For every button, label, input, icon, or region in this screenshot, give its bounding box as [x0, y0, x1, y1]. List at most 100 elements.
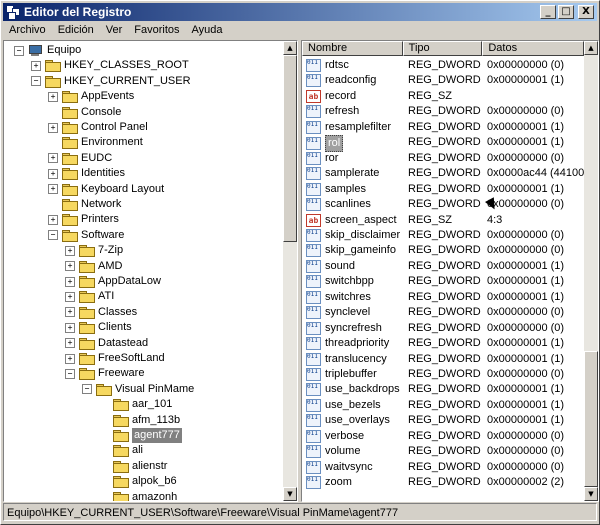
- tree-item[interactable]: − Visual PinMame: [82, 382, 194, 397]
- value-row[interactable]: 011 110 waitvsync REG_DWORD 0x00000000 (0): [302, 460, 584, 475]
- tree-item[interactable]: + AppDataLow: [65, 274, 161, 289]
- value-row[interactable]: 011 110 samples REG_DWORD 0x00000001 (1): [302, 182, 584, 197]
- tree-item[interactable]: + AMD: [65, 259, 122, 274]
- tree-item[interactable]: − Software: [48, 228, 124, 243]
- expand-icon[interactable]: +: [65, 307, 75, 318]
- expand-icon[interactable]: +: [65, 276, 75, 287]
- value-row[interactable]: 011 110 use_overlays REG_DWORD 0x00000001 (…: [302, 413, 584, 428]
- tree-item[interactable]: + EUDC: [48, 151, 112, 166]
- value-row[interactable]: 011 110 syncrefresh REG_DWORD 0x00000000 (0…: [302, 321, 584, 336]
- tree-scroll-up-button[interactable]: ▲: [283, 41, 297, 55]
- tree-item[interactable]: + FreeSoftLand: [65, 351, 165, 366]
- menu-favoritos[interactable]: Favoritos: [128, 22, 185, 39]
- tree-item[interactable]: + Identities: [48, 166, 125, 181]
- value-row[interactable]: 011 110 volume REG_DWORD 0x00000000 (0): [302, 444, 584, 459]
- value-row[interactable]: 011 110 synclevel REG_DWORD 0x00000000 (0): [302, 305, 584, 320]
- value-row[interactable]: 011 110 threadpriority REG_DWORD 0x00000001…: [302, 336, 584, 351]
- tree-item[interactable]: agent777: [99, 428, 182, 443]
- maximize-button[interactable]: □: [558, 5, 574, 19]
- value-scroll-thumb[interactable]: [584, 351, 598, 487]
- value-row[interactable]: 011 110 resamplefilter REG_DWORD 0x00000001…: [302, 120, 584, 135]
- expand-icon[interactable]: +: [65, 322, 75, 333]
- tree-item[interactable]: Console: [48, 105, 121, 120]
- value-scroll-down-button[interactable]: ▼: [584, 487, 598, 501]
- column-header-type[interactable]: Tipo: [402, 41, 483, 56]
- expand-icon[interactable]: +: [48, 91, 58, 102]
- tree-item[interactable]: alienstr: [99, 459, 167, 474]
- tree-item[interactable]: +7-Zip: [65, 243, 123, 258]
- value-row[interactable]: 011 110 readconfig REG_DWORD 0x00000001 (1): [302, 73, 584, 88]
- tree-item[interactable]: + Control Panel: [48, 120, 148, 135]
- value-row[interactable]: 011 110 refresh REG_DWORD 0x00000000 (0): [302, 104, 584, 119]
- tree-scroll-thumb[interactable]: [283, 55, 297, 242]
- tree-item[interactable]: + Printers: [48, 212, 119, 227]
- menu-ayuda[interactable]: Ayuda: [186, 22, 229, 39]
- expand-icon[interactable]: +: [48, 184, 58, 195]
- tree-item[interactable]: + AppEvents: [48, 89, 134, 104]
- tree-item[interactable]: − Freeware: [65, 366, 144, 381]
- value-row[interactable]: 011 110 switchbpp REG_DWORD 0x00000001 (1): [302, 274, 584, 289]
- column-header-name[interactable]: Nombre: [302, 41, 403, 56]
- binary-value-icon: 011 110: [306, 275, 321, 289]
- tree-item[interactable]: amazonh: [99, 490, 177, 501]
- title-bar[interactable]: Editor del Registro _ □ X: [3, 3, 597, 21]
- value-row[interactable]: 011 110 skip_gameinfo REG_DWORD 0x00000000 …: [302, 243, 584, 258]
- tree-item[interactable]: − HKEY_CURRENT_USER: [31, 74, 191, 89]
- expand-icon[interactable]: +: [48, 214, 58, 225]
- collapse-icon[interactable]: −: [48, 230, 58, 241]
- value-row[interactable]: 011 110 use_bezels REG_DWORD 0x00000001 (1): [302, 398, 584, 413]
- value-row[interactable]: 011 110 samplerate REG_DWORD 0x0000ac44 (44…: [302, 166, 584, 181]
- value-row[interactable]: 011 110 zoom REG_DWORD 0x00000002 (2): [302, 475, 584, 490]
- tree-item[interactable]: ali: [99, 443, 143, 458]
- tree-item[interactable]: alpok_b6: [99, 474, 177, 489]
- expand-icon[interactable]: +: [48, 168, 58, 179]
- value-row[interactable]: ab record REG_SZ: [302, 89, 584, 104]
- value-row[interactable]: 011 110 translucency REG_DWORD 0x00000001 (…: [302, 352, 584, 367]
- value-row[interactable]: 011 110 rdtsc REG_DWORD 0x00000000 (0): [302, 58, 584, 73]
- tree-item[interactable]: + Datastead: [65, 336, 148, 351]
- expand-icon[interactable]: +: [48, 122, 58, 133]
- value-row[interactable]: 011 110 use_backdrops REG_DWORD 0x00000001 …: [302, 382, 584, 397]
- tree-item[interactable]: − Equipo: [14, 43, 81, 58]
- collapse-icon[interactable]: −: [14, 45, 24, 56]
- menu-archivo[interactable]: Archivo: [3, 22, 52, 39]
- expand-icon[interactable]: +: [65, 291, 75, 302]
- expand-icon[interactable]: +: [48, 153, 58, 164]
- tree-item[interactable]: + HKEY_CLASSES_ROOT: [31, 58, 189, 73]
- value-scroll-up-button[interactable]: ▲: [584, 41, 598, 55]
- tree-item[interactable]: + ATI: [65, 289, 114, 304]
- expand-icon[interactable]: +: [65, 245, 75, 256]
- value-scrollbar[interactable]: ▲ ▼: [584, 41, 598, 501]
- tree-item[interactable]: Environment: [48, 135, 143, 150]
- expand-icon[interactable]: +: [65, 261, 75, 272]
- expand-icon[interactable]: +: [31, 60, 41, 71]
- collapse-icon[interactable]: −: [65, 368, 75, 379]
- value-row[interactable]: 011 110 ror REG_DWORD 0x00000000 (0): [302, 151, 584, 166]
- tree-item[interactable]: + Keyboard Layout: [48, 182, 164, 197]
- value-row[interactable]: 011 110 rol REG_DWORD 0x00000001 (1): [302, 135, 584, 153]
- minimize-button[interactable]: _: [540, 5, 556, 19]
- value-row[interactable]: ab screen_aspect REG_SZ 4:3: [302, 213, 584, 228]
- close-button[interactable]: X: [578, 5, 594, 19]
- column-header-data[interactable]: Datos: [482, 41, 584, 56]
- tree-scrollbar[interactable]: ▲ ▼: [283, 41, 297, 501]
- tree-scroll-down-button[interactable]: ▼: [283, 487, 297, 501]
- value-row[interactable]: 011 110 skip_disclaimer REG_DWORD 0x0000000…: [302, 228, 584, 243]
- tree-item[interactable]: + Clients: [65, 320, 132, 335]
- value-row[interactable]: 011 110 scanlines REG_DWORD 0x00000000 (0): [302, 197, 584, 212]
- tree-item[interactable]: Network: [48, 197, 121, 212]
- value-row[interactable]: 011 110 sound REG_DWORD 0x00000001 (1): [302, 259, 584, 274]
- expand-icon[interactable]: +: [65, 338, 75, 349]
- value-row[interactable]: 011 110 triplebuffer REG_DWORD 0x00000000 (…: [302, 367, 584, 382]
- value-row[interactable]: 011 110 switchres REG_DWORD 0x00000001 (1): [302, 290, 584, 305]
- tree-item[interactable]: aar_101: [99, 397, 172, 412]
- tree-item[interactable]: afm_113b: [99, 413, 180, 428]
- value-row[interactable]: 011 110 verbose REG_DWORD 0x00000000 (0): [302, 429, 584, 444]
- expand-icon[interactable]: +: [65, 353, 75, 364]
- collapse-icon[interactable]: −: [82, 384, 92, 395]
- menu-ver[interactable]: Ver: [100, 22, 129, 39]
- tree-item[interactable]: + Classes: [65, 305, 137, 320]
- collapse-icon[interactable]: −: [31, 76, 41, 87]
- menu-edicion[interactable]: Edición: [52, 22, 100, 39]
